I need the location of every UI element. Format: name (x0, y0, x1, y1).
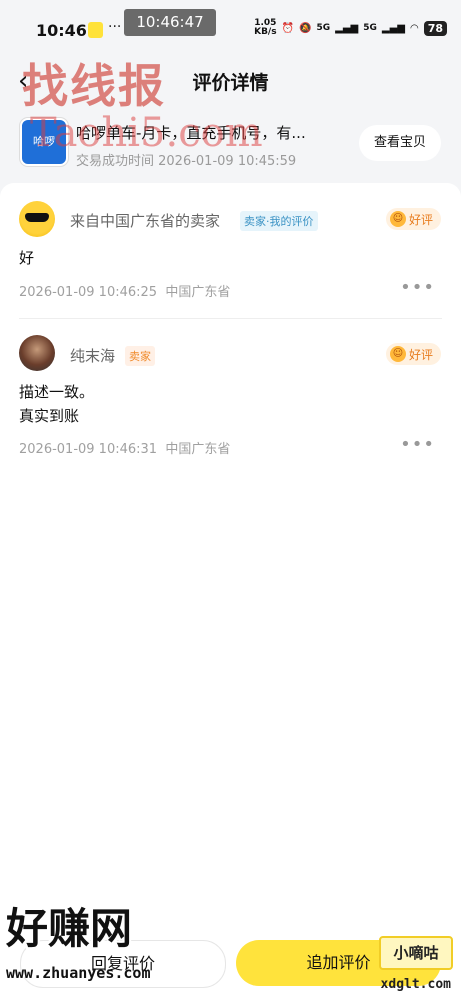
watermark-right-url: xdglt.com (380, 977, 451, 992)
avatar[interactable] (19, 335, 55, 371)
avatar[interactable] (19, 201, 55, 237)
signal-bars-icon: ▂▄▆ (335, 22, 359, 34)
watermark-top: 找线报 (22, 59, 166, 113)
net-speed: 1.05 KB/s (254, 18, 277, 37)
reviewer-name: 纯末海 (70, 347, 116, 365)
review-meta: 2026-01-09 10:46:25 中国广东省 (19, 285, 231, 300)
more-notifications-icon: ··· (108, 19, 122, 35)
alarm-icon: ⏰ (281, 22, 295, 34)
watermark-bottom: 好赚网 (6, 904, 133, 953)
signal-icon-2: 5G (363, 23, 377, 33)
rating-badge: ☺ 好评 (385, 208, 441, 230)
view-item-button[interactable]: 查看宝贝 (359, 125, 441, 161)
rating-badge: ☺ 好评 (385, 343, 441, 365)
watermark-top-url: Taohi5.com (30, 110, 263, 156)
review-text: 描述一致。 真实到账 (19, 383, 95, 425)
mute-icon: 🔕 (299, 22, 312, 34)
signal-icon-1: 5G (316, 23, 331, 33)
reviewer-tag: 卖家·我的评价 (240, 211, 318, 231)
watermark-bottom-url: www.zhuanyes.com (6, 964, 151, 982)
smile-face-icon: ☺ (389, 211, 406, 227)
battery-icon: 78 (423, 20, 447, 36)
status-time: 10:46 (36, 21, 87, 40)
reviewer-tag: 卖家 (125, 346, 155, 366)
reviews-panel: 来自中国广东省的卖家 卖家·我的评价 ☺ 好评 好 2026-01-09 10:… (0, 183, 461, 1000)
signal-bars-icon-2: ▂▄▆ (381, 22, 405, 34)
overlay-clock: 10:46:47 (124, 9, 216, 36)
status-bar: 10:46 ··· 10:46:47 1.05 KB/s ⏰ 🔕 5G ▂▄▆ … (0, 0, 461, 56)
review-meta: 2026-01-09 10:46:31 中国广东省 (19, 442, 231, 457)
status-icons: 1.05 KB/s ⏰ 🔕 5G ▂▄▆ 5G ▂▄▆ ◠ 78 (254, 19, 447, 37)
divider (19, 318, 442, 319)
app-notification-icon (88, 22, 103, 38)
reviewer-name: 来自中国广东省的卖家 (70, 212, 221, 230)
smile-face-icon: ☺ (389, 346, 406, 362)
wifi-icon: ◠ (409, 22, 419, 34)
review-text: 好 (19, 249, 35, 267)
watermark-right: 小嘀咕 (379, 936, 453, 970)
more-options-icon[interactable]: ••• (400, 277, 435, 298)
more-options-icon[interactable]: ••• (400, 434, 435, 455)
